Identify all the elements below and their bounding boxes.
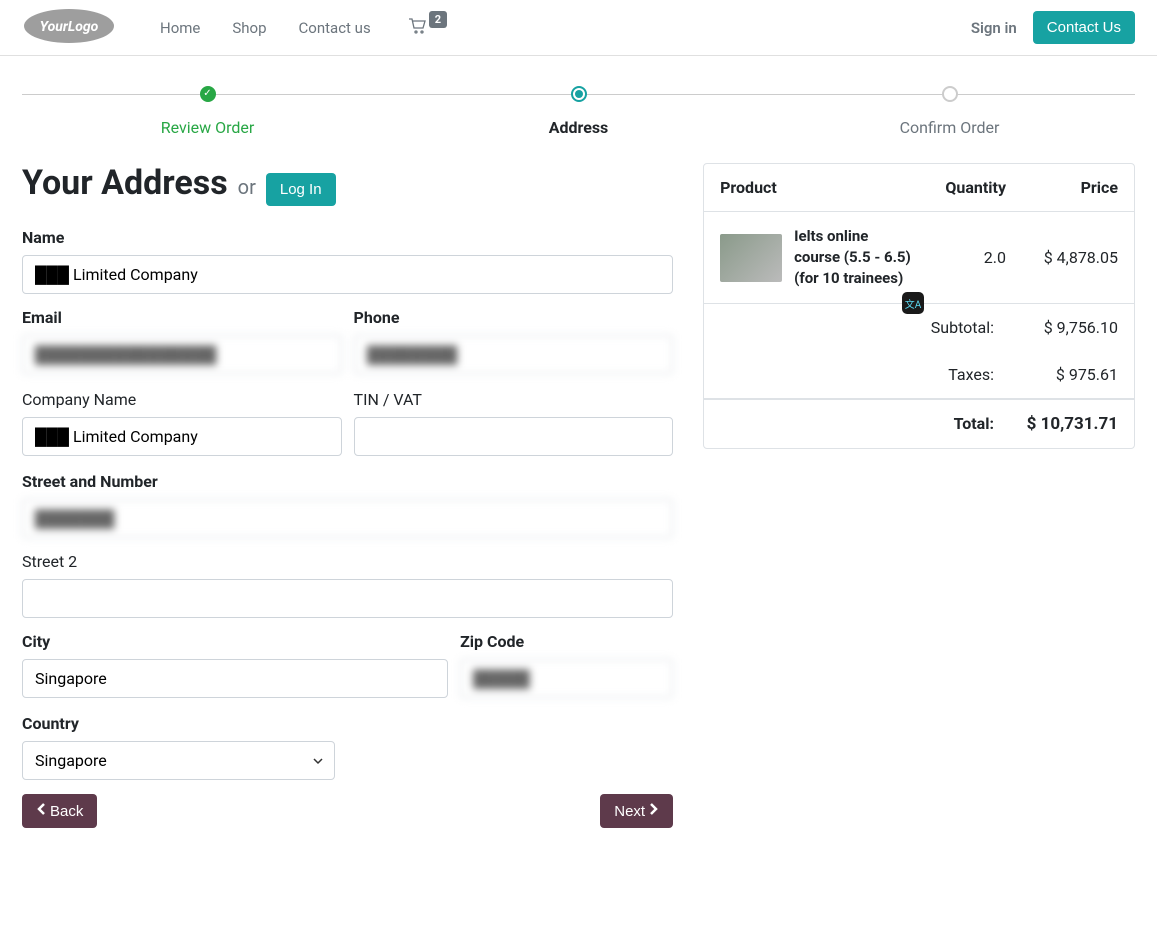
step-label: Confirm Order <box>764 118 1135 137</box>
form-actions: Back Next <box>22 794 673 828</box>
back-button[interactable]: Back <box>22 794 97 828</box>
taxes-value: $ 975.61 <box>1018 365 1118 384</box>
label-email: Email <box>22 308 342 327</box>
main-nav: Home Shop Contact us <box>144 11 387 45</box>
country-select[interactable]: Singapore <box>22 741 335 780</box>
email-input[interactable] <box>22 335 342 374</box>
total-label: Total: <box>720 414 1018 434</box>
logo[interactable]: YourLogo <box>22 7 116 49</box>
header-product: Product <box>720 178 914 197</box>
svg-text:YourLogo: YourLogo <box>40 19 99 35</box>
label-phone: Phone <box>354 308 674 327</box>
or-text: or <box>238 175 256 199</box>
step-dot-active <box>571 86 587 102</box>
label-zip: Zip Code <box>460 632 673 651</box>
page-container: Your Address or Log In Name Email Phone … <box>0 163 1157 868</box>
address-form-section: Your Address or Log In Name Email Phone … <box>22 163 673 828</box>
label-street2: Street 2 <box>22 552 673 571</box>
step-label: Address <box>393 118 764 137</box>
cart-button[interactable]: 2 <box>409 18 445 38</box>
subtotal-value: $ 9,756.10 <box>1018 318 1118 337</box>
page-title: Your Address or Log In <box>22 163 673 206</box>
label-country: Country <box>22 714 335 733</box>
street-input[interactable] <box>22 499 673 538</box>
header-right: Sign in Contact Us <box>971 11 1135 44</box>
summary-box: Product Quantity Price Ielts online cour… <box>703 163 1135 449</box>
subtotal-label: Subtotal: <box>931 318 994 337</box>
translate-app-icon: 文A <box>902 292 924 314</box>
page-heading: Your Address <box>22 163 228 203</box>
label-vat: TIN / VAT <box>354 390 674 409</box>
order-summary: Product Quantity Price Ielts online cour… <box>703 163 1135 828</box>
log-in-button[interactable]: Log In <box>266 173 336 206</box>
summary-line-item: Ielts online course (5.5 - 6.5) (for 10 … <box>704 212 1134 304</box>
step-confirm-order: Confirm Order <box>764 86 1135 137</box>
contact-us-button[interactable]: Contact Us <box>1033 11 1135 44</box>
chevron-left-icon <box>36 802 46 820</box>
summary-subtotals: 文A Subtotal: $ 9,756.10 Taxes: $ 975.61 <box>704 304 1134 399</box>
label-city: City <box>22 632 448 651</box>
product-qty: 2.0 <box>926 248 1006 267</box>
company-input[interactable] <box>22 417 342 456</box>
taxes-label: Taxes: <box>948 365 994 384</box>
next-button[interactable]: Next <box>600 794 673 828</box>
chevron-right-icon <box>649 802 659 820</box>
summary-header-row: Product Quantity Price <box>704 164 1134 212</box>
step-address[interactable]: Address <box>393 86 764 137</box>
cart-count-badge: 2 <box>429 11 447 28</box>
label-company: Company Name <box>22 390 342 409</box>
taxes-row: Taxes: $ 975.61 <box>704 351 1134 398</box>
next-label: Next <box>614 803 645 820</box>
check-icon: ✓ <box>203 89 211 99</box>
step-review-order[interactable]: ✓ Review Order <box>22 86 393 137</box>
checkout-stepper: ✓ Review Order Address Confirm Order <box>22 86 1135 137</box>
label-street: Street and Number <box>22 472 673 491</box>
step-dot-pending <box>942 86 958 102</box>
phone-input[interactable] <box>354 335 674 374</box>
cart-icon <box>409 18 427 38</box>
back-label: Back <box>50 803 83 820</box>
zip-input[interactable] <box>460 659 673 698</box>
product-thumbnail <box>720 234 782 282</box>
nav-shop[interactable]: Shop <box>216 11 282 45</box>
nav-contact[interactable]: Contact us <box>283 11 387 45</box>
header-price: Price <box>1018 178 1118 197</box>
product-price: $ 4,878.05 <box>1018 248 1118 267</box>
name-input[interactable] <box>22 255 673 294</box>
vat-input[interactable] <box>354 417 674 456</box>
header-qty: Quantity <box>926 178 1006 197</box>
street2-input[interactable] <box>22 579 673 618</box>
product-name: Ielts online course (5.5 - 6.5) (for 10 … <box>794 226 914 289</box>
step-dot-done: ✓ <box>200 86 216 102</box>
sign-in-link[interactable]: Sign in <box>971 19 1017 37</box>
step-label: Review Order <box>22 118 393 137</box>
label-name: Name <box>22 228 673 247</box>
nav-home[interactable]: Home <box>144 11 216 45</box>
total-row: Total: $ 10,731.71 <box>704 399 1134 448</box>
total-value: $ 10,731.71 <box>1018 414 1118 434</box>
city-input[interactable] <box>22 659 448 698</box>
top-header: YourLogo Home Shop Contact us 2 Sign in … <box>0 0 1157 56</box>
